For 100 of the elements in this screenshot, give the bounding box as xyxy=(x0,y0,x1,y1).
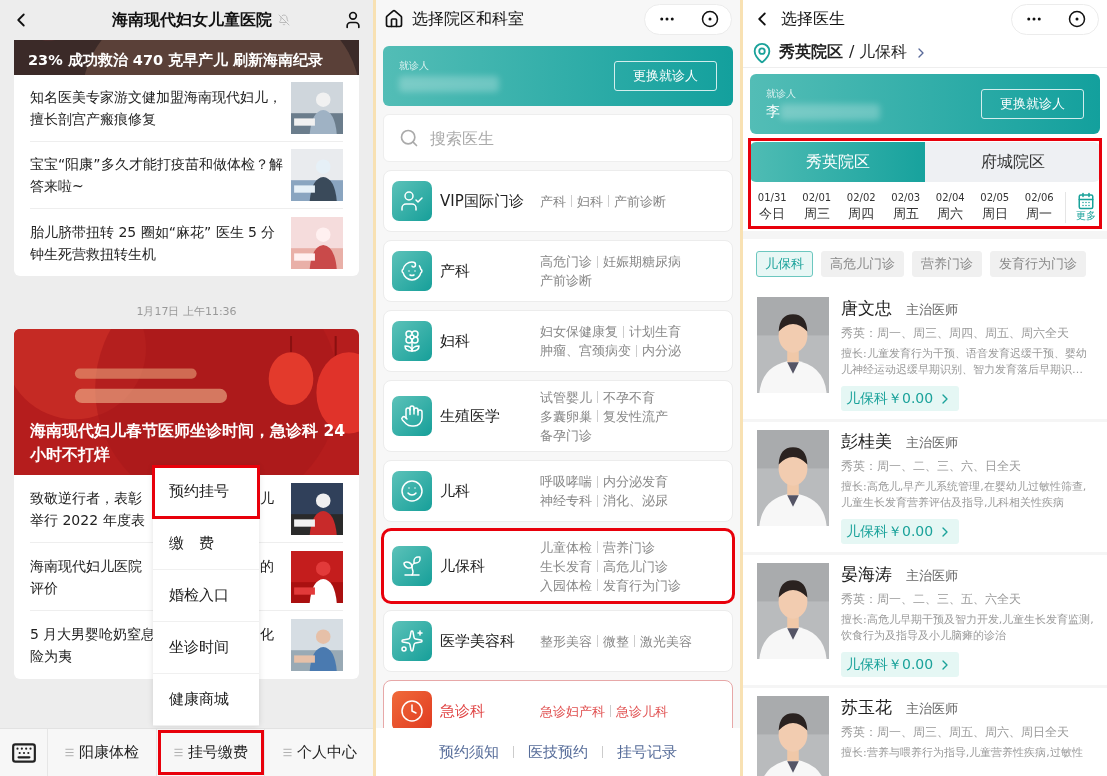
window-title: 海南现代妇女儿童医院 xyxy=(112,9,272,31)
date-button[interactable]: 02/01 周三 xyxy=(794,192,839,223)
menu-item[interactable]: 预约挂号 xyxy=(153,466,259,518)
doctor-specialty: 擅长:儿童发育行为干预、语音发育迟缓干预、婴幼儿神经运动迟缓早期识别、智力发育落后早期识… xyxy=(841,346,1088,378)
doctor-name[interactable]: 苏玉花 xyxy=(841,696,892,719)
menu-icon xyxy=(173,747,184,758)
department-tag: 肿瘤、宫颈病变 xyxy=(540,342,631,359)
menu-item[interactable]: 缴 费 xyxy=(153,518,259,570)
patient-label: 就诊人 xyxy=(399,59,430,73)
doctor-name[interactable]: 晏海涛 xyxy=(841,563,892,586)
department-tag: 发育行为门诊 xyxy=(603,576,681,594)
date-button[interactable]: 02/03 周五 xyxy=(883,192,928,223)
doctor-specialty: 擅长:高危儿早期干预及智力开发,儿童生长发育监测,饮食行为及指导及小儿脑瘫的诊治 xyxy=(841,612,1095,644)
location-pin-icon xyxy=(751,41,773,64)
department-name: 儿保科 xyxy=(440,556,486,576)
department-card[interactable]: 儿科 呼吸哮喘 内分泌发育 神经专科 消化、泌尿 xyxy=(383,460,733,522)
department-tag: 不孕不育 xyxy=(603,388,655,406)
department-tag: 急诊儿科 xyxy=(616,702,668,720)
department-card[interactable]: 医学美容科 整形美容 微整 激光美容 xyxy=(383,610,733,672)
article-title-line[interactable]: 评价 xyxy=(30,576,154,599)
department-tag: 内分泌 xyxy=(642,342,681,359)
department-tag: 入园体检 xyxy=(540,576,592,594)
menu-icon xyxy=(64,747,76,758)
department-card[interactable]: VIP国际门诊 产科 妇科 产前诊断 xyxy=(383,170,733,232)
doctor-name[interactable]: 彭桂美 xyxy=(841,430,892,453)
capsule-menu[interactable] xyxy=(1011,3,1099,35)
date-button[interactable]: 02/05 周日 xyxy=(972,192,1017,223)
doctor-schedule: 秀英：周一、二、三、五、六全天 xyxy=(841,591,1022,608)
department-icon xyxy=(392,251,432,291)
search-field[interactable]: 搜索医生 xyxy=(383,114,733,162)
article-title-fragment[interactable]: 儿 xyxy=(260,487,274,509)
department-tag: 高危儿门诊 xyxy=(603,557,668,575)
campus-tab[interactable]: 府城院区 xyxy=(925,142,1100,182)
target-icon[interactable] xyxy=(700,10,719,28)
doctor-title: 主治医师 xyxy=(906,435,958,452)
department-tag: 内分泌发育 xyxy=(603,473,668,490)
department-name: 医学美容科 xyxy=(440,631,516,651)
home-icon[interactable] xyxy=(384,9,404,29)
department-tag: 产前诊断 xyxy=(540,272,592,289)
article-title[interactable]: 宝宝“阳康”多久才能打疫苗和做体检？解答来啦~ xyxy=(30,153,288,197)
article-title[interactable]: 胎儿脐带扭转 25 圈如“麻花” 医生 5 分钟生死营救扭转生机 xyxy=(30,220,288,265)
department-card[interactable]: 急诊科 急诊妇产科 急诊儿科 xyxy=(383,680,733,728)
department-name: VIP国际门诊 xyxy=(440,191,525,211)
department-tag: 多囊卵巢 xyxy=(540,407,592,425)
menu-item[interactable]: 健康商城 xyxy=(153,674,259,726)
article-title-line[interactable]: 举行 2022 年度表 xyxy=(30,508,154,531)
department-tag: 呼吸哮喘 xyxy=(540,473,592,490)
doctor-specialty: 擅长:营养与喂养行为指导,儿童营养性疾病,过敏性 xyxy=(841,745,1083,761)
department-icon xyxy=(392,471,432,511)
department-name: 急诊科 xyxy=(440,701,486,721)
article-title-line[interactable]: 险为夷 xyxy=(30,645,154,667)
department-tag: 试管婴儿 xyxy=(540,388,592,406)
capsule-menu[interactable] xyxy=(644,3,732,35)
search-icon xyxy=(399,128,419,148)
timestamp: 1月17日 上午11:36 xyxy=(135,304,238,319)
date-button[interactable]: 02/04 周六 xyxy=(928,192,973,223)
department-tag: 高危门诊 xyxy=(540,253,592,270)
nav-item[interactable]: 个人中心 xyxy=(265,729,373,776)
department-card[interactable]: 产科 高危门诊 妊娠期糖尿病 产前诊断 xyxy=(383,240,733,302)
footer-link[interactable]: 预约须知 xyxy=(439,742,499,762)
campus-name[interactable]: 秀英院区 xyxy=(779,42,843,63)
department-tag: 激光美容 xyxy=(640,632,692,650)
department-icon xyxy=(392,181,432,221)
date-button[interactable]: 02/02 周四 xyxy=(839,192,884,223)
article-title-fragment[interactable]: 的 xyxy=(260,555,274,577)
patient-name: 李 xyxy=(766,103,780,121)
person-icon[interactable] xyxy=(343,10,363,30)
calendar-icon xyxy=(1077,192,1095,210)
article-title-fragment[interactable]: 化 xyxy=(260,623,274,645)
department-path[interactable]: / 儿保科 xyxy=(849,42,908,63)
department-tag: 微整 xyxy=(603,632,629,650)
department-card[interactable]: 儿保科 儿童体检 营养门诊 生长发育 高危儿门诊 入园体检 发育行为门诊 xyxy=(383,530,733,602)
date-button[interactable]: 01/31 今日 xyxy=(750,192,795,223)
department-tag: 计划生育 xyxy=(629,323,681,340)
patient-label: 就诊人 xyxy=(766,87,797,101)
department-tag: 营养门诊 xyxy=(603,538,655,556)
footer-link[interactable]: 挂号记录 xyxy=(617,742,677,762)
department-card[interactable]: 生殖医学 试管婴儿 不孕不育 多囊卵巢 复发性流产 备孕门诊 xyxy=(383,380,733,452)
article-title-line[interactable]: 5 月大男婴呛奶窒息 xyxy=(30,623,154,645)
department-tag: 妇科 xyxy=(577,192,603,210)
target-icon[interactable] xyxy=(1067,10,1086,28)
article-title[interactable]: 知名医美专家游文健加盟海南现代妇儿，擅长剖宫产瘢痕修复 xyxy=(30,86,288,130)
banner-caption[interactable]: 23% 成功救治 470 克早产儿 刷新海南纪录 xyxy=(28,50,324,70)
doctor-schedule: 秀英：周一、周三、周四、周五、周六全天 xyxy=(841,325,1070,342)
department-tag: 妊娠期糖尿病 xyxy=(603,253,681,270)
department-tag: 产前诊断 xyxy=(614,192,666,210)
department-tag: 妇女保健康复 xyxy=(540,323,618,340)
menu-item[interactable]: 坐诊时间 xyxy=(153,622,259,674)
article-title-line[interactable]: 海南现代妇儿医院 xyxy=(30,554,154,577)
nav-item[interactable]: 阳康体检 xyxy=(48,729,157,776)
nav-item[interactable]: 挂号缴费 xyxy=(156,729,266,776)
footer-link[interactable]: 医技预约 xyxy=(528,742,588,762)
department-tag: 产科 xyxy=(540,192,566,210)
department-card[interactable]: 妇科 妇女保健康复 计划生育 肿瘤、宫颈病变 内分泌 xyxy=(383,310,733,372)
doctor-name[interactable]: 唐文忠 xyxy=(841,297,892,320)
page-title: 选择院区和科室 xyxy=(412,8,524,30)
article-title-line[interactable]: 致敬逆行者，表彰 xyxy=(30,486,154,509)
date-button[interactable]: 02/06 周一 xyxy=(1017,192,1062,223)
menu-item[interactable]: 婚检入口 xyxy=(153,570,259,622)
doctor-title: 主治医师 xyxy=(906,302,958,319)
